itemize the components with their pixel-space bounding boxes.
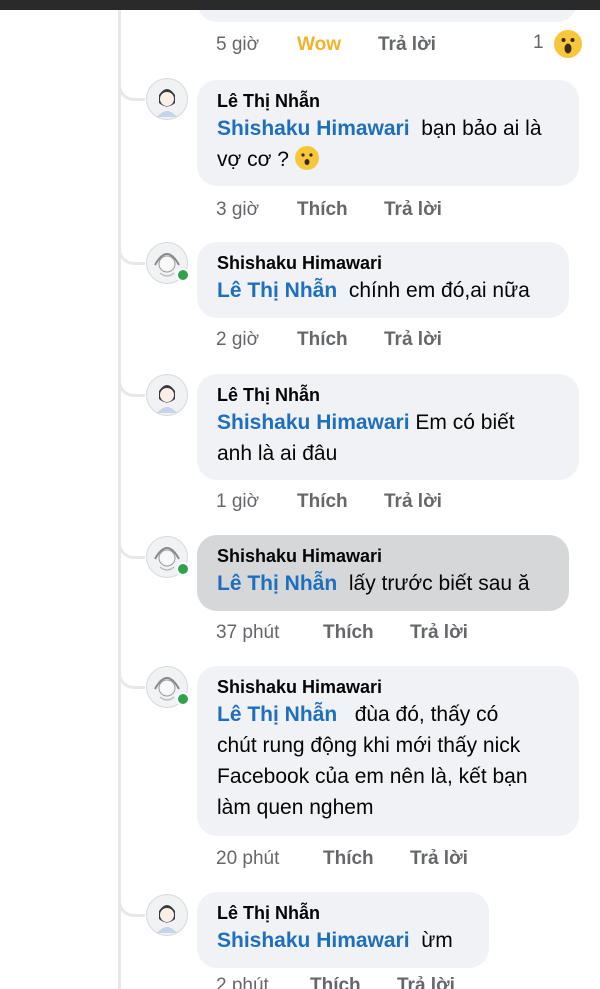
comment-text: Lê Thị Nhẫn chính em đó,ai nữa [217,275,549,306]
thread-connector [118,240,145,265]
comment-time: 2 giờ [216,329,260,350]
like-button[interactable]: Thích [323,847,374,871]
comment-bubble[interactable]: Lê Thị Nhẫn Shishaku Himawari ừm [197,892,489,968]
comment-time: 1 giờ [216,491,260,512]
like-button[interactable]: Thích [323,621,374,645]
thread-connector [118,372,145,397]
reply-button[interactable]: Trả lời [384,198,442,222]
wow-reaction-link[interactable]: Wow [297,33,341,57]
like-button[interactable]: Thích [297,490,348,514]
comment-bubble-selected[interactable]: Shishaku Himawari Lê Thị Nhẫn lấy trước … [197,535,569,611]
mention-link[interactable]: Lê Thị Nhẫn [217,703,337,726]
comment-text-line: chính em đó,ai nữa [348,279,530,302]
reply-button[interactable]: Trả lời [384,328,442,352]
reply-button[interactable]: Trả lời [410,621,468,645]
comment-bubble[interactable]: Lê Thị Nhẫn Shishaku Himawari Em có biết… [197,374,579,480]
comment-text: Shishaku Himawari bạn bảo ai là vợ cơ ? [217,113,559,175]
comment-author[interactable]: Lê Thị Nhẫn [217,901,469,925]
comment-author[interactable]: Shishaku Himawari [217,675,559,699]
comment-author[interactable]: Lê Thị Nhẫn [217,383,559,407]
comment-text-line: đùa đó, thấy có [354,703,499,726]
thread-connector [118,534,145,559]
comment-author[interactable]: Shishaku Himawari [217,544,549,568]
avatar[interactable] [146,374,188,416]
comment-text-line: ừm [421,929,453,952]
online-status-indicator [176,562,190,576]
avatar[interactable] [146,78,188,120]
mention-link[interactable]: Shishaku Himawari [217,929,410,952]
comment-time: 2 phút [216,975,269,989]
comment-time: 3 giờ [216,199,260,220]
comment-text-line: chút rung động khi mới thấy nick [217,734,521,757]
mention-link[interactable]: Lê Thị Nhẫn [217,279,337,302]
mention-link[interactable]: Lê Thị Nhẫn [217,572,337,595]
comment-text-line: Facebook của em nên là, kết bạn [217,765,528,788]
comment-text: Shishaku Himawari Em có biết anh là ai đ… [217,407,559,469]
comment-thread: 5 giờ Wow Trả lời 1 Lê Thị Nhẫn Shishaku… [0,10,600,989]
like-button[interactable]: Thích [297,198,348,222]
mention-link[interactable]: Shishaku Himawari [217,117,410,140]
avatar[interactable] [146,242,190,284]
avatar[interactable] [146,894,188,936]
like-button[interactable]: Thích [310,974,361,989]
comment-bubble[interactable]: Lê Thị Nhẫn Shishaku Himawari bạn bảo ai… [197,80,579,186]
comment-bubble[interactable]: Shishaku Himawari Lê Thị Nhẫn đùa đó, th… [197,666,579,836]
comment-text-line: anh là ai đâu [217,442,338,465]
mention-link[interactable]: Shishaku Himawari [217,411,410,434]
reply-button[interactable]: Trả lời [397,974,455,989]
reply-button[interactable]: Trả lời [410,847,468,871]
comment-author[interactable]: Shishaku Himawari [217,251,549,275]
thread-connector [118,892,145,917]
comment-time: 37 phút [216,622,280,643]
reaction-count[interactable]: 1 [533,32,544,54]
comment-text-line: lấy trước biết sau ă [348,572,530,595]
comment-text-line: Em có biết [415,411,515,434]
online-status-indicator [176,692,190,706]
comment-author[interactable]: Lê Thị Nhẫn [217,89,559,113]
comment-text-line: vợ cơ ? [217,148,289,171]
comment-bubble-partial[interactable] [197,10,577,22]
comment-text: Lê Thị Nhẫn đùa đó, thấy có chút rung độ… [217,699,559,823]
comment-text-line: bạn bảo ai là [421,117,542,140]
comment-time: 5 giờ [216,34,260,55]
avatar[interactable] [146,536,190,578]
hushed-face-emoji [294,146,319,170]
reply-button[interactable]: Trả lời [384,490,442,514]
thread-connector [118,664,145,689]
comment-text-line: làm quen nghem [217,796,374,819]
online-status-indicator [176,268,190,282]
comment-text: Shishaku Himawari ừm [217,925,469,956]
like-button[interactable]: Thích [297,328,348,352]
avatar[interactable] [146,666,190,708]
thread-connector [118,76,145,101]
comment-bubble[interactable]: Shishaku Himawari Lê Thị Nhẫn chính em đ… [197,242,569,318]
thread-line [118,10,121,989]
comment-time: 20 phút [216,848,280,869]
wow-reaction-icon[interactable] [552,28,584,60]
reply-button[interactable]: Trả lời [378,33,436,57]
comment-text: Lê Thị Nhẫn lấy trước biết sau ă [217,568,549,599]
